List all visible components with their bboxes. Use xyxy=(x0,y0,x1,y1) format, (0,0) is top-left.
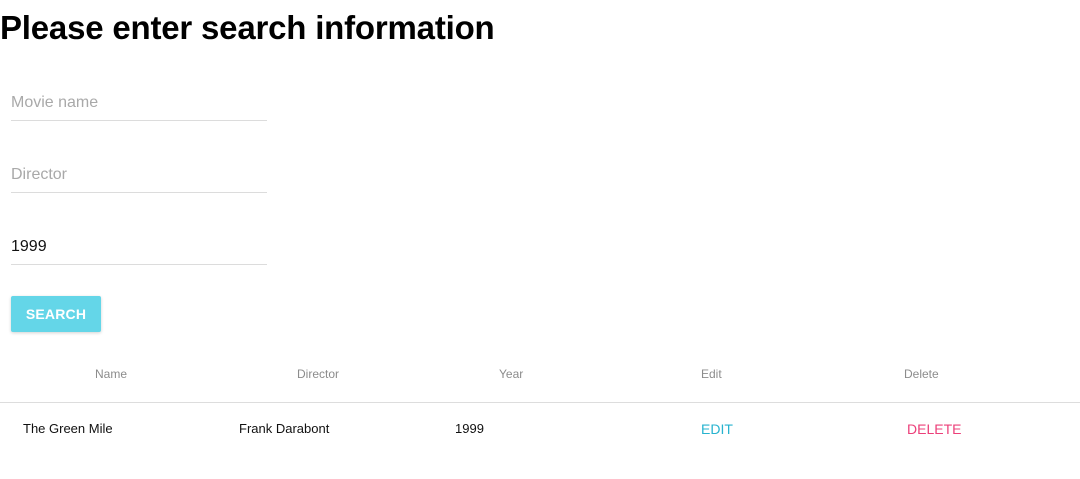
movie-name-input[interactable] xyxy=(11,88,267,118)
cell-year: 1999 xyxy=(455,421,484,436)
page: Please enter search information SEARCH N… xyxy=(0,0,1080,479)
column-header-director: Director xyxy=(297,367,340,381)
movie-name-field xyxy=(11,88,267,121)
results-table: Name Director Year Edit Delete The Green… xyxy=(0,353,1080,455)
column-header-delete: Delete xyxy=(904,367,939,381)
year-input[interactable] xyxy=(11,232,267,262)
table-header: Name Director Year Edit Delete xyxy=(0,353,1080,403)
page-title: Please enter search information xyxy=(0,9,495,46)
search-button[interactable]: SEARCH xyxy=(11,296,101,332)
edit-button[interactable]: EDIT xyxy=(701,421,733,437)
year-field xyxy=(11,232,267,265)
column-header-year: Year xyxy=(499,367,524,381)
column-header-name: Name xyxy=(95,367,128,381)
director-field xyxy=(11,160,267,193)
column-header-edit: Edit xyxy=(701,367,722,381)
table-row: The Green Mile Frank Darabont 1999 EDIT … xyxy=(0,403,1080,455)
director-input[interactable] xyxy=(11,160,267,190)
cell-director: Frank Darabont xyxy=(239,421,330,436)
delete-button[interactable]: DELETE xyxy=(907,421,961,437)
cell-movie-name: The Green Mile xyxy=(23,421,113,436)
